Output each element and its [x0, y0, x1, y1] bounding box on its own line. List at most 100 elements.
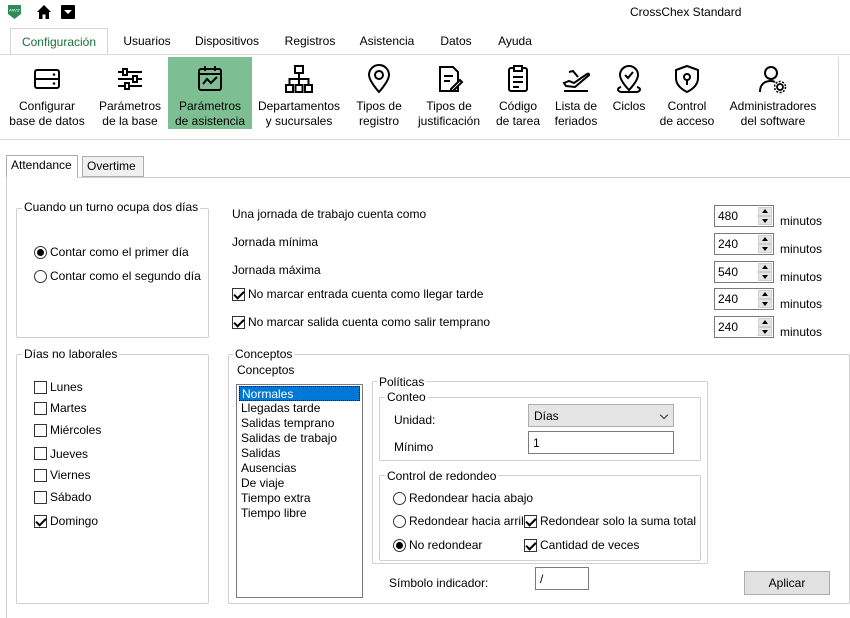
list-item[interactable]: De viaje [239, 476, 360, 491]
list-item[interactable]: Tiempo libre [239, 506, 360, 521]
spin-down-icon[interactable] [758, 272, 772, 281]
group-title: Días no laborales [22, 347, 120, 361]
group-title: Políticas [377, 375, 427, 389]
ribbon-label: Ciclos [612, 99, 646, 113]
unit-select[interactable]: Días [528, 404, 674, 427]
spin-down-icon[interactable] [758, 216, 772, 225]
input-value: / [540, 572, 544, 586]
min-workday-spinner[interactable]: 240 [714, 233, 774, 255]
group-title: Control de redondeo [385, 469, 499, 483]
day-label: Viernes [50, 468, 91, 482]
ribbon-label: Departamentos y sucursales [257, 99, 341, 128]
minimum-input[interactable]: 1 [528, 431, 674, 454]
tab-datos[interactable]: Datos [435, 28, 477, 54]
spin-up-icon[interactable] [758, 207, 772, 216]
task-code-button[interactable]: Código de tarea [490, 57, 546, 129]
late-checkin-spinner[interactable]: 240 [714, 288, 774, 310]
spinner-value: 540 [718, 265, 739, 279]
radio-label: Contar como el segundo día [50, 269, 201, 283]
spin-up-icon[interactable] [758, 263, 772, 272]
holiday-list-button[interactable]: Lista de feriados [550, 57, 602, 129]
early-checkout-spinner[interactable]: 240 [714, 316, 774, 338]
spinner-buttons[interactable] [758, 235, 772, 253]
workday-length-spinner[interactable]: 480 [714, 205, 774, 227]
apply-button[interactable]: Aplicar [744, 571, 830, 595]
spin-up-icon[interactable] [758, 235, 772, 244]
workday-length-label: Una jornada de trabajo cuenta como [232, 207, 427, 221]
list-item[interactable]: Salidas temprano [239, 416, 360, 431]
user-gear-icon [759, 66, 787, 94]
friday-checkbox[interactable] [34, 469, 47, 482]
spinner-buttons[interactable] [758, 318, 772, 336]
home-icon[interactable] [36, 4, 52, 20]
indicator-symbol-label: Símbolo indicador: [389, 576, 489, 590]
list-item[interactable]: Salidas [239, 446, 360, 461]
ribbon-label: Tipos de justificación [417, 99, 481, 128]
list-item[interactable]: Tiempo extra [239, 491, 360, 506]
cycles-button[interactable]: Ciclos [606, 57, 652, 129]
tab-usuarios[interactable]: Usuarios [118, 28, 176, 54]
spinner-buttons[interactable] [758, 207, 772, 225]
list-item[interactable]: Salidas de trabajo [239, 431, 360, 446]
unit-label: minutos [780, 242, 823, 256]
tab-asistencia[interactable]: Asistencia [355, 28, 419, 54]
base-parameters-button[interactable]: Parámetros de la base [92, 57, 168, 129]
monday-checkbox[interactable] [34, 381, 47, 394]
tab-overtime[interactable]: Overtime [82, 156, 144, 177]
checkbox-label: No marcar entrada cuenta como llegar tar… [248, 287, 484, 301]
ribbon-label: Tipos de registro [356, 99, 402, 128]
spin-down-icon[interactable] [758, 327, 772, 336]
spinner-value: 240 [718, 237, 739, 251]
checkbox-label: Cantidad de veces [540, 538, 640, 552]
configure-database-button[interactable]: Configurar base de datos [4, 57, 90, 129]
count-second-day-radio[interactable] [34, 270, 47, 283]
spinner-buttons[interactable] [758, 263, 772, 281]
spin-down-icon[interactable] [758, 244, 772, 253]
spin-up-icon[interactable] [758, 290, 772, 299]
no-checkout-early-checkbox[interactable] [232, 316, 245, 329]
departments-branches-button[interactable]: Departamentos y sucursales [254, 57, 344, 129]
list-item[interactable]: Llegadas tarde [239, 401, 360, 416]
no-checkin-late-checkbox[interactable] [232, 288, 245, 301]
tuesday-checkbox[interactable] [34, 402, 47, 415]
list-item[interactable]: Ausencias [239, 461, 360, 476]
radio-label: Redondear hacia abajo [409, 491, 534, 505]
no-rounding-radio[interactable] [393, 539, 406, 552]
spinner-buttons[interactable] [758, 290, 772, 308]
list-item[interactable]: Normales [239, 386, 360, 401]
spinner-value: 480 [718, 209, 739, 223]
input-value: 1 [533, 436, 540, 450]
tab-attendance[interactable]: Attendance [6, 155, 78, 178]
wednesday-checkbox[interactable] [34, 424, 47, 437]
max-workday-spinner[interactable]: 540 [714, 261, 774, 283]
dropdown-menu-icon[interactable] [61, 5, 75, 19]
saturday-checkbox[interactable] [34, 491, 47, 504]
thursday-checkbox[interactable] [34, 447, 47, 460]
tab-configuracion[interactable]: Configuración [10, 28, 108, 54]
concepts-listbox[interactable]: Normales Llegadas tarde Salidas temprano… [236, 384, 363, 598]
record-types-button[interactable]: Tipos de registro [350, 57, 408, 129]
spin-down-icon[interactable] [758, 299, 772, 308]
tab-dispositivos[interactable]: Dispositivos [190, 28, 264, 54]
spin-up-icon[interactable] [758, 318, 772, 327]
svg-text:ANVIZ: ANVIZ [9, 9, 20, 13]
indicator-symbol-input[interactable]: / [535, 567, 589, 590]
group-title: Conceptos [233, 347, 295, 361]
attendance-parameters-button[interactable]: Parámetros de asistencia [168, 57, 252, 129]
round-down-radio[interactable] [393, 492, 406, 505]
tab-ayuda[interactable]: Ayuda [492, 28, 538, 54]
ribbon-divider [838, 57, 839, 137]
ribbon-label: Administradores del software [729, 99, 817, 128]
times-count-checkbox[interactable] [524, 539, 537, 552]
day-label: Domingo [50, 514, 99, 528]
round-up-radio[interactable] [393, 515, 406, 528]
tab-registros[interactable]: Registros [280, 28, 340, 54]
sunday-checkbox[interactable] [34, 515, 47, 528]
round-total-only-checkbox[interactable] [524, 515, 537, 528]
justification-types-button[interactable]: Tipos de justificación [412, 57, 486, 129]
select-value: Días [534, 409, 559, 423]
software-administrators-button[interactable]: Administradores del software [724, 57, 822, 129]
max-workday-label: Jornada máxima [232, 263, 321, 277]
count-first-day-radio[interactable] [34, 246, 47, 259]
access-control-button[interactable]: Control de acceso [656, 57, 718, 129]
